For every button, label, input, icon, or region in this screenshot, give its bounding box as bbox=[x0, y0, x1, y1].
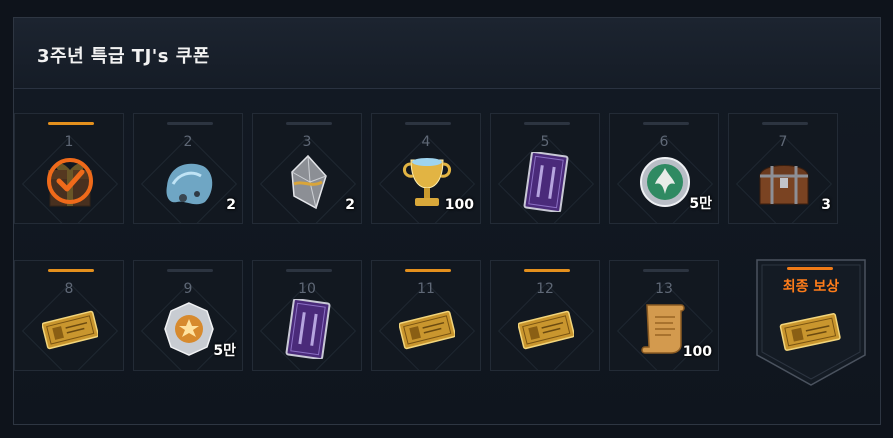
slot-number: 8 bbox=[64, 281, 74, 297]
reward-slot-10[interactable]: 10 bbox=[252, 260, 362, 371]
blue-cloth-icon bbox=[161, 152, 217, 212]
reward-slot-3[interactable]: 32 bbox=[252, 113, 362, 224]
reward-slot-1[interactable]: 1 bbox=[14, 113, 124, 224]
final-reward-label: 최종 보상 bbox=[782, 279, 840, 295]
slot-progress-bar bbox=[524, 269, 570, 272]
reward-slot-9[interactable]: 9 5만 bbox=[133, 260, 243, 371]
slot-number: 6 bbox=[659, 134, 669, 150]
treasure-chest-icon bbox=[756, 152, 812, 212]
purple-card-icon bbox=[280, 298, 336, 360]
reward-slot-4[interactable]: 4 100 bbox=[371, 113, 481, 224]
slot-number: 13 bbox=[655, 281, 673, 297]
panel-header: 3주년 특급 TJ's 쿠폰 bbox=[14, 18, 880, 89]
reward-quantity: 2 bbox=[345, 197, 355, 213]
slot-progress-bar bbox=[286, 269, 332, 272]
slot-number: 4 bbox=[421, 134, 431, 150]
silver-crystal-icon bbox=[280, 152, 336, 212]
reward-quantity: 2 bbox=[226, 197, 236, 213]
reward-quantity: 5만 bbox=[689, 196, 712, 212]
slot-progress-bar bbox=[762, 122, 808, 125]
gold-ticket-icon bbox=[41, 299, 99, 359]
reward-slot-7[interactable]: 73 bbox=[728, 113, 838, 224]
slot-number: 9 bbox=[183, 281, 193, 297]
reward-quantity: 5만 bbox=[213, 343, 236, 359]
slot-number: 3 bbox=[302, 134, 312, 150]
reward-slot-11[interactable]: 11 bbox=[371, 260, 481, 371]
reward-slot-13[interactable]: 13 100 bbox=[609, 260, 719, 371]
reward-slot-12[interactable]: 12 bbox=[490, 260, 600, 371]
gold-ticket-icon bbox=[778, 311, 842, 351]
slot-progress-bar bbox=[48, 269, 94, 272]
slot-progress-bar bbox=[643, 269, 689, 272]
reward-slot-2[interactable]: 22 bbox=[133, 113, 243, 224]
slot-progress-bar bbox=[405, 122, 451, 125]
gold-ticket-icon bbox=[517, 299, 575, 359]
reward-quantity: 100 bbox=[682, 344, 712, 360]
purple-card-icon bbox=[518, 151, 574, 213]
slot-number: 7 bbox=[778, 134, 788, 150]
slot-number: 11 bbox=[417, 281, 435, 297]
slot-progress-bar bbox=[167, 269, 213, 272]
slot-progress-bar bbox=[167, 122, 213, 125]
reward-quantity: 100 bbox=[444, 197, 474, 213]
slot-number: 2 bbox=[183, 134, 193, 150]
slot-progress-bar bbox=[524, 122, 570, 125]
slot-number: 1 bbox=[64, 134, 74, 150]
gold-ticket-icon bbox=[398, 299, 456, 359]
slot-number: 12 bbox=[536, 281, 554, 297]
panel-title: 3주년 특급 TJ's 쿠폰 bbox=[37, 46, 210, 67]
slot-number: 10 bbox=[298, 281, 316, 297]
slot-progress-bar bbox=[286, 122, 332, 125]
silver-coin-icon bbox=[637, 152, 693, 212]
slot-number: 5 bbox=[540, 134, 550, 150]
claimed-check-icon bbox=[45, 156, 95, 206]
reward-slot-5[interactable]: 5 bbox=[490, 113, 600, 224]
star-medal-icon bbox=[161, 299, 217, 359]
reward-slot-8[interactable]: 8 bbox=[14, 260, 124, 371]
slot-progress-bar bbox=[48, 122, 94, 125]
slot-progress-bar bbox=[405, 269, 451, 272]
slot-progress-bar bbox=[643, 122, 689, 125]
final-reward-slot[interactable]: 최종 보상 bbox=[756, 259, 866, 386]
reward-slot-6[interactable]: 6 5만 bbox=[609, 113, 719, 224]
reward-quantity: 3 bbox=[821, 197, 831, 213]
